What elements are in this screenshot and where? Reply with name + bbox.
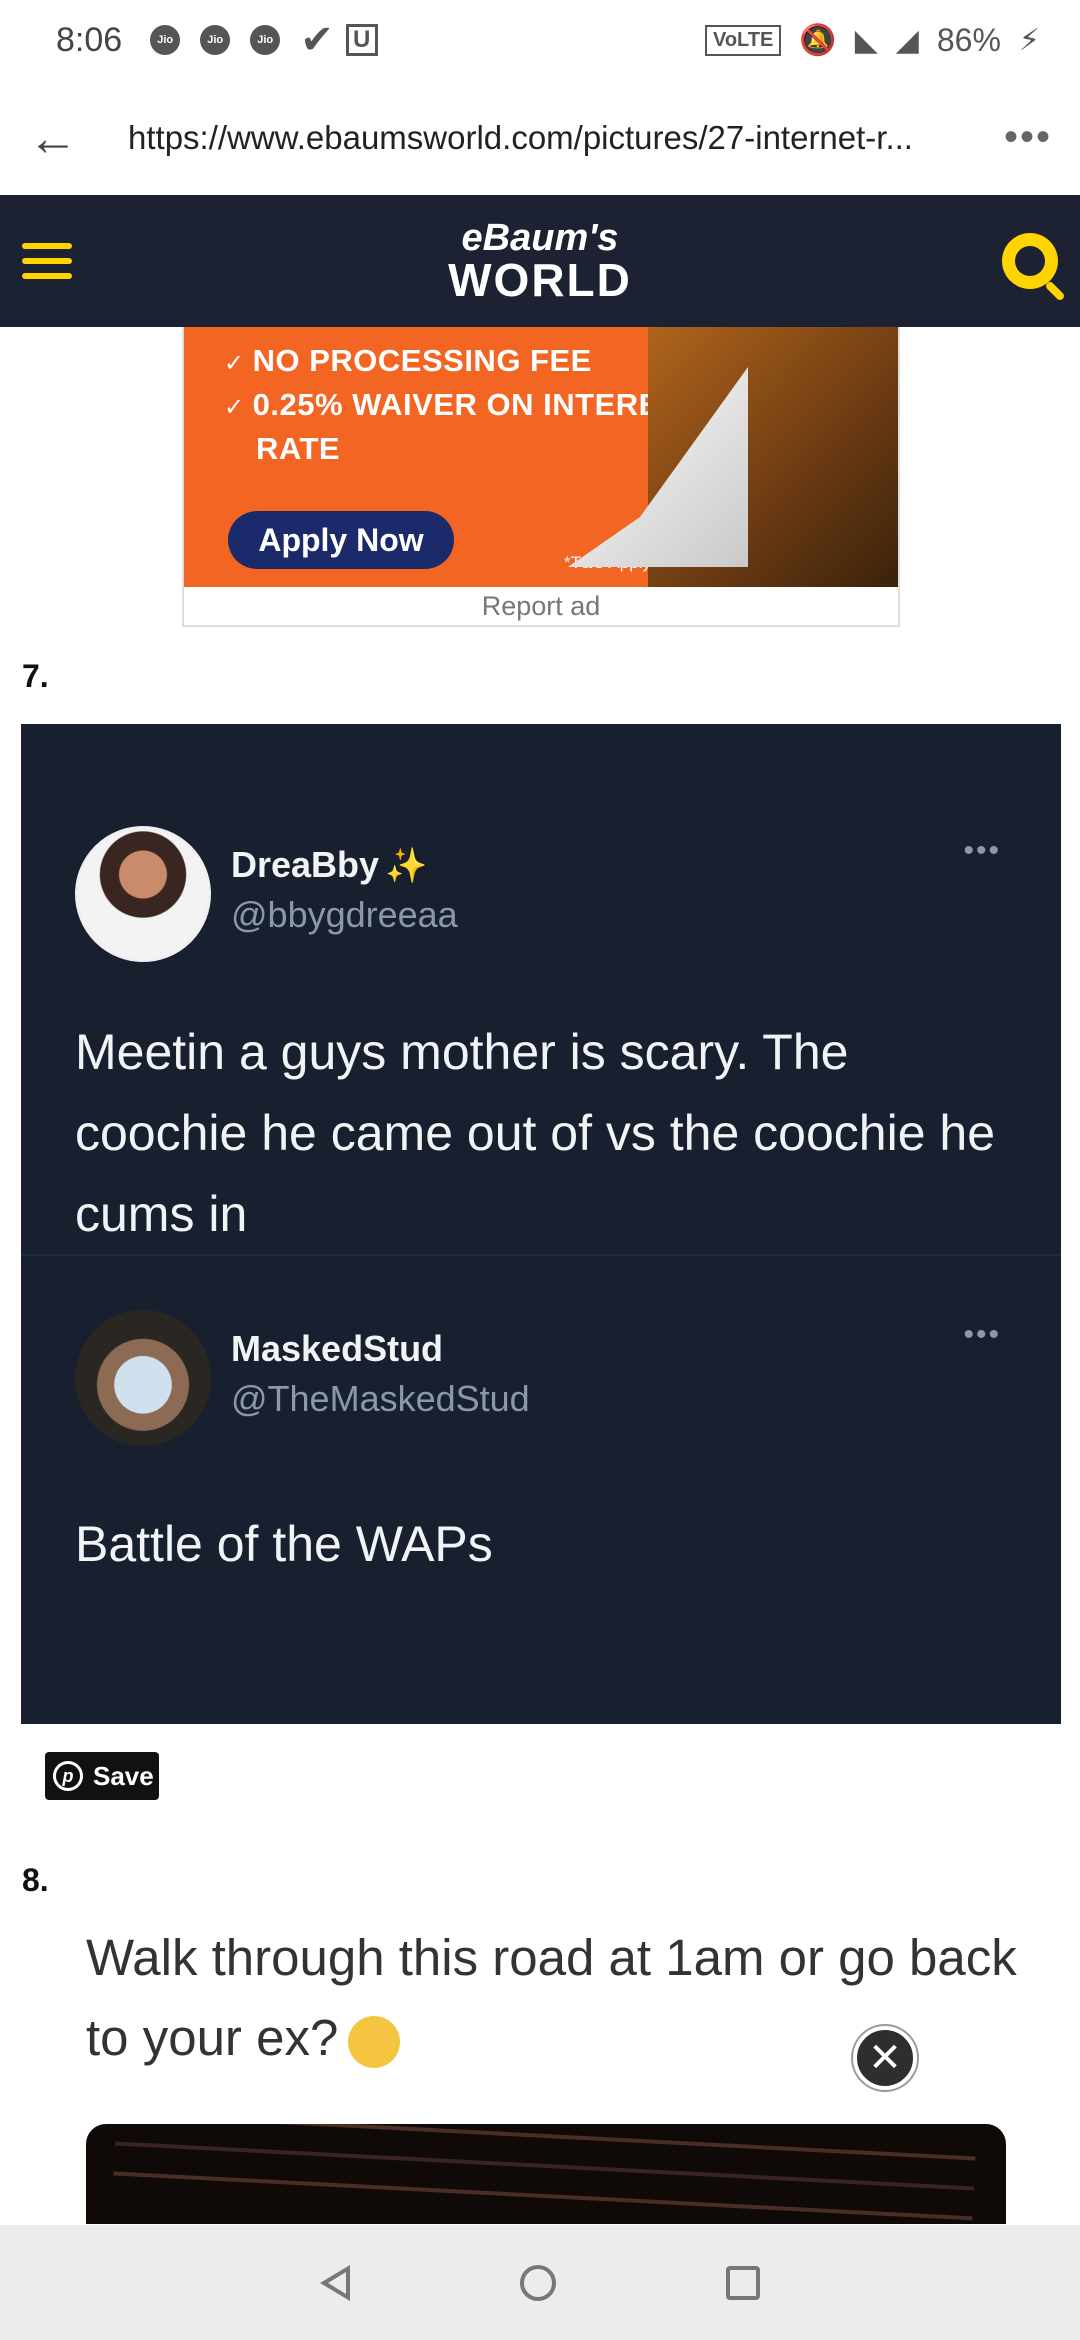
check-icon: ✔ (300, 18, 334, 62)
nav-recents-icon[interactable] (726, 2265, 760, 2300)
logo-line-1: eBaum's (461, 217, 619, 259)
jio-icon: Jio (250, 25, 281, 55)
battery-level: 86% (936, 21, 1001, 58)
wifi-icon: ◣ (854, 23, 878, 57)
ad-line-3: RATE (256, 431, 341, 466)
charging-icon: ⚡ (1018, 23, 1040, 57)
android-nav-bar (0, 2225, 1080, 2340)
tweet-screenshot: DreaBby ✨ @bbygdreeaa ••• Meetin a guys m… (21, 724, 1061, 1724)
avatar (75, 826, 211, 962)
mute-bell-icon: 🔕 (799, 23, 837, 57)
status-right: VoLTE 🔕 ◣ ◢ 86% ⚡ (704, 21, 1040, 59)
item-number-8: 8. (22, 1862, 49, 1898)
site-logo[interactable]: eBaum's WORLD (448, 219, 632, 303)
tweet-author-handle: @TheMaskedStud (231, 1378, 530, 1419)
ad-container: ✓ NO PROCESSING FEE ✓ 0.25% WAIVER ON INTE… (182, 327, 900, 627)
status-bar: 8:06 Jio Jio Jio ✔ U VoLTE 🔕 ◣ ◢ 86% ⚡ (0, 0, 1080, 80)
tweet-author-name: MaskedStud (231, 1328, 444, 1369)
back-arrow-icon[interactable]: ← (28, 109, 88, 167)
thinking-face-icon (348, 2015, 401, 2068)
ad-apply-button[interactable]: Apply Now (228, 511, 454, 569)
site-header: eBaum's WORLD (0, 195, 1080, 327)
browser-url-bar: ← https://www.ebaumsworld.com/pictures/2… (0, 80, 1080, 195)
item-number-7: 7. (22, 658, 49, 694)
logo-line-2: WORLD (448, 254, 632, 306)
report-ad-link[interactable]: Report ad (184, 587, 898, 625)
close-icon[interactable]: ✕ (853, 2026, 917, 2090)
status-time: 8:06 (56, 20, 123, 59)
divider (21, 1254, 1061, 1256)
more-icon: ••• (963, 1318, 1001, 1351)
jio-icon: Jio (200, 25, 231, 55)
tweet-text: Battle of the WAPs (75, 1516, 493, 1572)
tweet-author-handle: @bbygdreeaa (231, 894, 458, 935)
nav-back-icon[interactable] (320, 2264, 350, 2301)
volte-badge: VoLTE (704, 24, 782, 56)
ad-line-1: ✓ NO PROCESSING FEE (224, 343, 592, 378)
url-field[interactable]: https://www.ebaumsworld.com/pictures/27-… (128, 119, 988, 157)
ad-line-2: ✓ 0.25% WAIVER ON INTEREST (224, 387, 701, 422)
sparkle-icon: ✨ (385, 847, 428, 885)
hamburger-menu-icon[interactable] (22, 243, 72, 279)
pinterest-save-button[interactable]: p Save (45, 1752, 159, 1800)
ad-banner[interactable]: ✓ NO PROCESSING FEE ✓ 0.25% WAIVER ON INTE… (184, 327, 898, 587)
road-image (86, 2124, 1006, 2224)
tweet-author-name: DreaBby ✨ (231, 844, 428, 885)
nav-home-icon[interactable] (520, 2264, 556, 2301)
avatar (75, 1310, 211, 1446)
tweet-text: Meetin a guys mother is scary. The cooch… (75, 1024, 996, 1242)
search-icon[interactable] (1002, 233, 1058, 289)
u-app-icon: U (345, 24, 378, 56)
more-icon: ••• (963, 834, 1001, 867)
more-menu-icon[interactable]: ••• (1004, 115, 1052, 160)
signal-icon: ◢ (895, 23, 919, 57)
save-label: Save (93, 1760, 154, 1791)
pinterest-icon: p (53, 1761, 83, 1791)
jio-icon: Jio (150, 25, 181, 55)
